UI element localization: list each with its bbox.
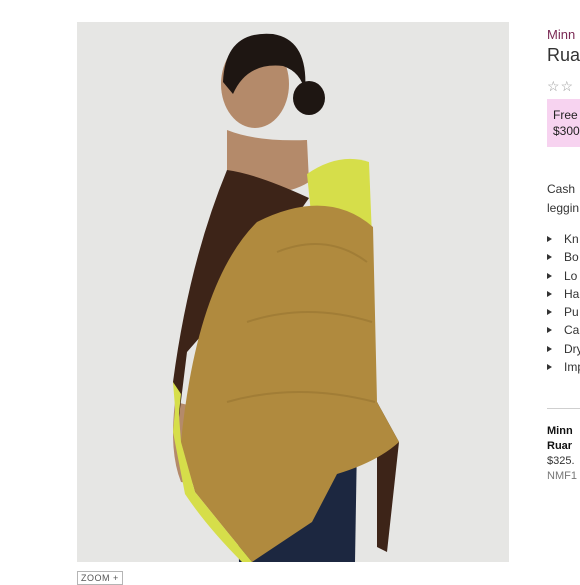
feature-item: Kn xyxy=(547,230,580,248)
feature-item: Bo xyxy=(547,248,580,266)
related-name[interactable]: Ruar xyxy=(547,439,577,454)
poncho-photo xyxy=(77,22,509,562)
zoom-button[interactable]: ZOOM + xyxy=(77,571,123,585)
feature-item: Dry xyxy=(547,340,580,358)
related-sku: NMF1 xyxy=(547,470,577,482)
feature-item: Ca xyxy=(547,321,580,339)
feature-item: Pu xyxy=(547,303,580,321)
feature-item: Ha xyxy=(547,285,580,303)
promo-line-1: Free xyxy=(553,108,578,122)
feature-item: Lo xyxy=(547,267,580,285)
related-brand[interactable]: Minn xyxy=(547,424,577,439)
product-brand-link[interactable]: Minn xyxy=(547,27,575,42)
product-description: Cash leggin xyxy=(547,180,579,218)
feature-item: Imp xyxy=(547,358,580,376)
related-price: $325. xyxy=(547,455,575,467)
promo-line-2: $300 xyxy=(553,124,580,138)
star-rating-icon[interactable]: ☆☆ xyxy=(547,78,574,95)
feature-list: Kn Bo Lo Ha Pu Ca Dry Imp xyxy=(547,230,580,376)
description-line-2: leggin xyxy=(547,201,580,215)
description-line-1: Cash xyxy=(547,182,576,196)
product-title: Ruar xyxy=(547,45,580,65)
divider xyxy=(547,408,580,409)
promo-banner: Free $300 xyxy=(547,99,580,147)
product-image[interactable] xyxy=(77,22,509,562)
related-product-card[interactable]: Minn Ruar $325. NMF1 xyxy=(547,424,577,484)
